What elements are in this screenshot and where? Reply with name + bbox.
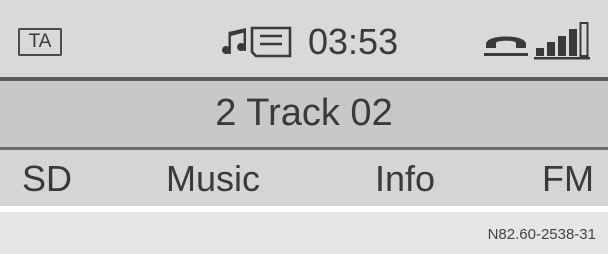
sd-card-music-icon [216,24,296,60]
softkey-music[interactable]: Music [166,156,260,202]
radio-display: TA 03:53 2 Track 02 SD Music Info FM N82… [0,0,608,254]
track-title: 2 Track 02 [215,92,393,134]
softkey-bar [0,150,608,206]
ta-indicator[interactable]: TA [18,28,62,56]
figure-reference-code: N82.60-2538-31 [487,226,596,243]
softkey-sd[interactable]: SD [22,156,72,202]
softkey-fm[interactable]: FM [542,156,594,202]
signal-strength-icon [534,20,596,60]
softkey-info[interactable]: Info [375,156,435,202]
clock: 03:53 [308,21,399,62]
phone-handset-icon [482,26,530,60]
